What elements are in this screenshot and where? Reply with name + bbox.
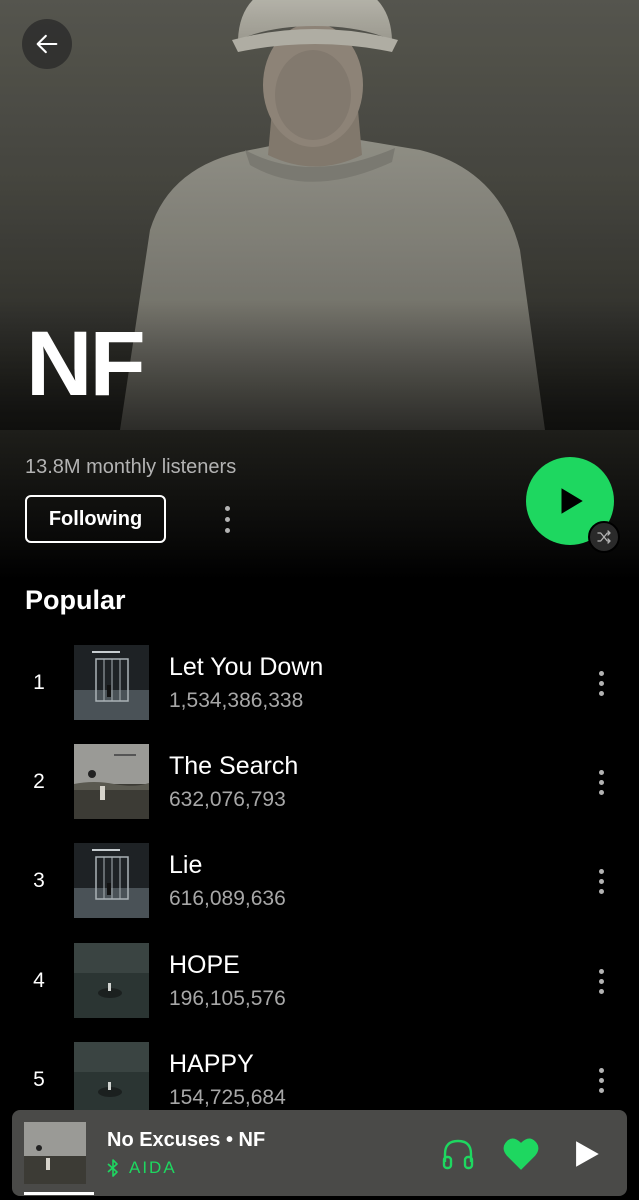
track-play-count: 632,076,793 [169,788,286,811]
track-more-button[interactable] [588,762,614,802]
track-rank: 3 [33,869,45,892]
monthly-listeners: 13.8M monthly listeners [25,456,237,478]
album-cover [74,744,149,819]
artist-name: NF [26,313,146,415]
device-name: AIDA [129,1158,177,1177]
shuffle-button[interactable] [588,521,620,553]
more-vertical-icon [598,670,604,676]
album-cover [74,943,149,1018]
bluetooth-icon [107,1159,118,1177]
track-more-button[interactable] [588,1060,614,1100]
artist-more-options-button[interactable] [212,500,242,538]
track-title: Lie [169,851,203,879]
track-rank: 4 [33,969,45,992]
following-button[interactable]: Following [25,495,166,543]
more-vertical-icon [598,968,604,974]
popular-heading: Popular [25,585,126,615]
track-rank: 5 [33,1068,45,1091]
connected-device[interactable]: AIDA [107,1158,177,1178]
track-row[interactable]: 2 The Search 632,076,793 [0,744,639,820]
heart-filled-icon[interactable] [502,1136,540,1172]
track-rank: 2 [33,770,45,793]
track-row[interactable]: 1 Let You Down 1,534,386,338 [0,645,639,721]
album-cover [74,1042,149,1117]
headphones-icon[interactable] [440,1136,476,1172]
back-button[interactable] [22,19,72,69]
more-vertical-icon [598,769,604,775]
play-icon [561,488,583,514]
track-title: HAPPY [169,1050,254,1078]
more-vertical-icon [224,505,230,511]
track-play-count: 154,725,684 [169,1086,286,1109]
album-cover [74,843,149,918]
track-title: Let You Down [169,653,324,681]
track-row[interactable]: 3 Lie 616,089,636 [0,843,639,919]
track-row[interactable]: 5 HAPPY 154,725,684 [0,1042,639,1118]
track-title: HOPE [169,951,240,979]
track-more-button[interactable] [588,861,614,901]
more-vertical-icon [598,868,604,874]
now-playing-bar[interactable]: No Excuses • NF AIDA [12,1110,627,1196]
track-play-count: 196,105,576 [169,987,286,1010]
track-rank: 1 [33,671,45,694]
track-title: The Search [169,752,299,780]
now-playing-cover [24,1122,86,1184]
album-cover [74,645,149,720]
track-row[interactable]: 4 HOPE 196,105,576 [0,943,639,1019]
track-more-button[interactable] [588,663,614,703]
track-play-count: 1,534,386,338 [169,689,304,712]
more-vertical-icon [598,1067,604,1073]
arrow-left-icon [36,34,58,54]
play-icon[interactable] [569,1136,603,1172]
track-play-count: 616,089,636 [169,887,286,910]
now-playing-title: No Excuses • NF [107,1129,266,1151]
shuffle-icon [597,530,611,544]
playback-progress-bar [24,1192,94,1195]
track-more-button[interactable] [588,961,614,1001]
